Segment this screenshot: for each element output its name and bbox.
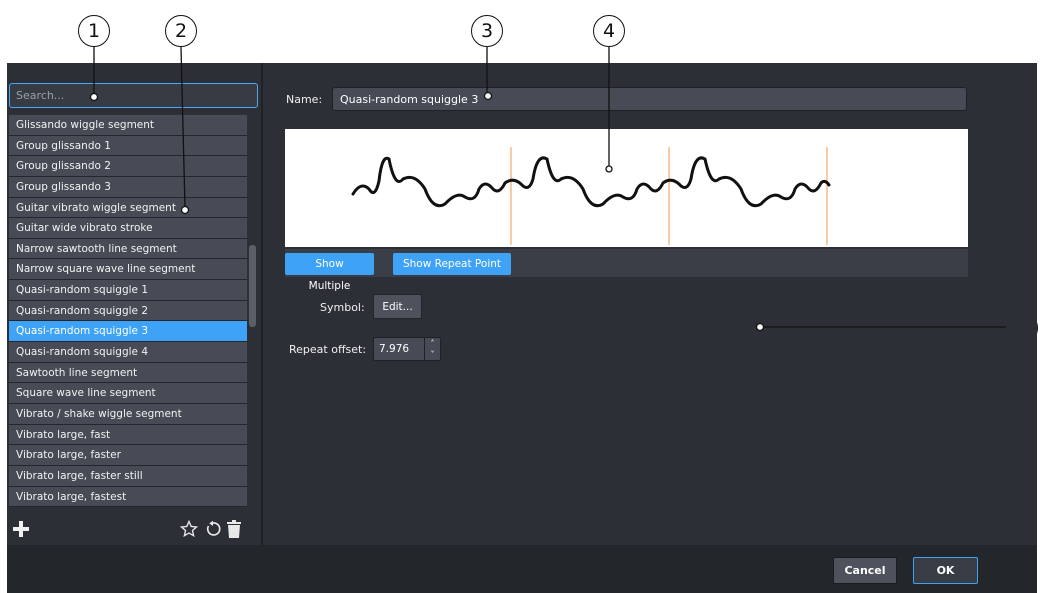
symbol-label: Symbol: (320, 301, 365, 314)
list-item[interactable]: Narrow square wave line segment (9, 259, 247, 281)
name-field[interactable] (332, 87, 967, 111)
list-item[interactable]: Quasi-random squiggle 1 (9, 280, 247, 301)
trash-icon[interactable] (226, 520, 242, 541)
chevron-up-icon[interactable]: ˄ (425, 338, 440, 349)
cancel-button[interactable]: Cancel (833, 557, 897, 584)
edit-symbol-button[interactable]: Edit... (373, 294, 422, 319)
callout-3: 3 (471, 15, 503, 47)
left-panel: Glissando wiggle segmentGroup glissando … (7, 63, 261, 545)
list-item[interactable]: Vibrato large, fastest (9, 486, 247, 508)
list-item[interactable]: Vibrato large, fast (9, 424, 247, 446)
show-repeat-point-button[interactable]: Show Repeat Point (393, 253, 511, 275)
list-toolbar (7, 518, 261, 545)
list-item[interactable]: Vibrato / shake wiggle segment (9, 403, 247, 425)
list-item[interactable]: Square wave line segment (9, 383, 247, 404)
list-item[interactable]: Quasi-random squiggle 3 (9, 321, 247, 343)
callout-1: 1 (78, 15, 110, 47)
repeat-offset-field[interactable] (373, 337, 424, 361)
dialog-footer: Cancel OK (7, 545, 1037, 593)
star-icon[interactable] (179, 519, 199, 541)
list-item[interactable]: Group glissando 1 (9, 135, 247, 157)
list-item[interactable]: Quasi-random squiggle 2 (9, 300, 247, 322)
list-item[interactable]: Group glissando 3 (9, 176, 247, 198)
list-item[interactable]: Vibrato large, faster (9, 445, 247, 466)
list-item[interactable]: Vibrato large, faster still (9, 465, 247, 487)
add-icon[interactable] (12, 520, 30, 541)
scrollbar-thumb[interactable] (249, 245, 256, 327)
show-multiple-button[interactable]: Show Multiple (285, 253, 374, 292)
search-input[interactable] (9, 83, 258, 108)
list-item[interactable]: Guitar vibrato wiggle segment (9, 197, 247, 219)
reset-icon[interactable] (204, 520, 222, 541)
callout-2: 2 (165, 15, 197, 47)
squiggle-line (351, 156, 831, 208)
list-scrollbar[interactable] (249, 115, 256, 511)
right-panel: Name: Show Multiple Show Repeat Point Sy… (263, 63, 1037, 545)
squiggle-preview-graphic (351, 147, 831, 245)
list-item[interactable]: Sawtooth line segment (9, 362, 247, 384)
line-preview (285, 129, 968, 247)
list-item[interactable]: Narrow sawtooth line segment (9, 238, 247, 260)
repeat-offset-stepper[interactable]: ˄ ˅ (424, 337, 441, 361)
chevron-down-icon[interactable]: ˅ (425, 349, 440, 360)
list-item[interactable]: Glissando wiggle segment (9, 115, 247, 136)
list-item[interactable]: Group glissando 2 (9, 156, 247, 177)
ok-button[interactable]: OK (913, 557, 978, 584)
line-segment-list: Glissando wiggle segment Group glissando … (9, 115, 247, 511)
list-item[interactable]: Quasi-random squiggle 4 (9, 342, 247, 363)
callout-4: 4 (593, 15, 625, 47)
preview-toolbar: Show Multiple Show Repeat Point (285, 249, 968, 292)
line-annotation-dialog: Glissando wiggle segmentGroup glissando … (7, 63, 1037, 593)
name-label: Name: (286, 93, 323, 106)
repeat-offset-label: Repeat offset: (289, 343, 367, 356)
list-item[interactable]: Guitar wide vibrato stroke (9, 218, 247, 239)
